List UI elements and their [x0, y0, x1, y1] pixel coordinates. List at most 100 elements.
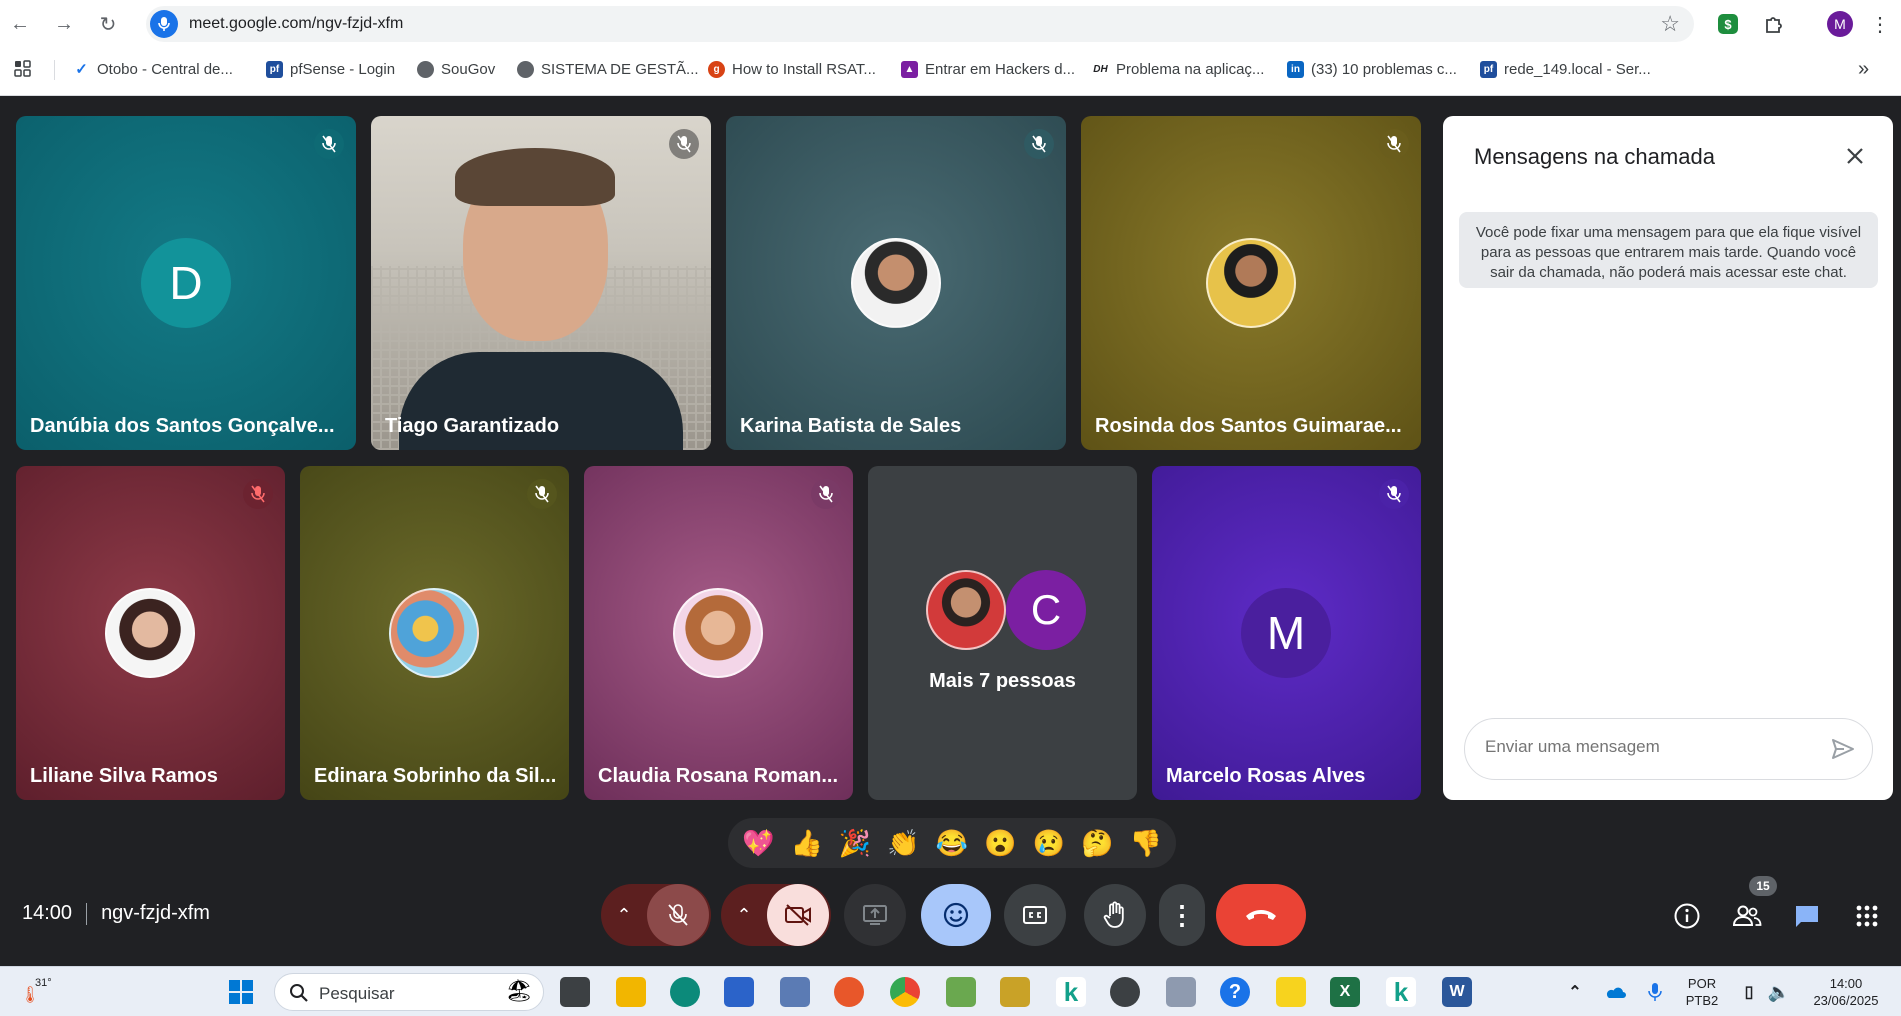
chrome-icon[interactable] [890, 977, 920, 1007]
bookmark-label: Problema na aplicaç... [1116, 60, 1265, 78]
word-icon[interactable]: W [1442, 977, 1472, 1007]
rocket-app-icon[interactable] [1110, 977, 1140, 1007]
reaction-sad[interactable]: 😢 [1027, 828, 1071, 859]
tray-chevron-icon[interactable]: ⌃ [1560, 977, 1590, 1007]
volume-icon[interactable]: 🔈 [1764, 977, 1794, 1007]
excel-icon[interactable]: X [1330, 977, 1360, 1007]
reaction-thinking[interactable]: 🤔 [1075, 828, 1119, 859]
participant-tile[interactable]: Claudia Rosana Roman... [584, 466, 853, 800]
present-button[interactable] [844, 884, 906, 946]
system-clock[interactable]: 14:00 23/06/2025 [1800, 975, 1892, 1009]
url-text[interactable]: meet.google.com/ngv-fzjd-xfm [189, 15, 403, 33]
task-view-icon[interactable] [560, 977, 590, 1007]
avatar: D [141, 238, 231, 328]
mic-off-icon [811, 479, 841, 509]
bookmark-rsat[interactable]: g How to Install RSAT... [708, 58, 876, 80]
reaction-party[interactable]: 🎉 [833, 828, 877, 859]
more-people-tile[interactable]: C Mais 7 pessoas [868, 466, 1137, 800]
windows-start-icon[interactable] [226, 977, 256, 1007]
file-explorer-icon[interactable] [616, 977, 646, 1007]
weather-temp: 31° [35, 977, 52, 989]
raise-hand-button[interactable] [1084, 884, 1146, 946]
microphone-tray-icon[interactable] [1640, 977, 1670, 1007]
remote-desktop-icon[interactable] [780, 977, 810, 1007]
end-call-button[interactable] [1216, 884, 1306, 946]
reaction-thumbs-up[interactable]: 👍 [785, 828, 829, 859]
network-icon[interactable]: ▯ [1734, 977, 1764, 1007]
browser-chrome: ← → ↻ meet.google.com/ngv-fzjd-xfm ☆ $ M… [0, 0, 1901, 96]
menu-dots-icon[interactable]: ⋮ [1866, 10, 1894, 38]
mic-off-icon [668, 904, 688, 926]
captions-button[interactable] [1004, 884, 1066, 946]
reload-icon[interactable]: ↻ [92, 8, 124, 40]
apps-grid-icon[interactable] [14, 58, 32, 80]
reactions-bar: 💖 👍 🎉 👏 😂 😮 😢 🤔 👎 [728, 818, 1176, 868]
participant-tile[interactable]: M Marcelo Rosas Alves [1152, 466, 1421, 800]
close-icon[interactable] [1839, 140, 1871, 172]
reaction-thumbs-down[interactable]: 👎 [1124, 828, 1168, 859]
message-composer[interactable] [1464, 718, 1873, 780]
bookmark-star-icon[interactable]: ☆ [1660, 11, 1680, 37]
mic-toggle-button[interactable] [647, 884, 709, 946]
kommo-icon-2[interactable]: k [1386, 977, 1416, 1007]
meeting-details-icon[interactable] [1667, 896, 1707, 936]
reaction-sparkling-heart[interactable]: 💖 [736, 828, 780, 859]
back-icon[interactable]: ← [4, 8, 36, 40]
reaction-clap[interactable]: 👏 [882, 828, 926, 859]
onedrive-icon[interactable] [1600, 977, 1630, 1007]
mic-off-icon [314, 129, 344, 159]
help-icon[interactable]: ? [1220, 977, 1250, 1007]
activities-grid-icon[interactable] [1847, 896, 1887, 936]
participant-tile[interactable]: Tiago Garantizado [371, 116, 711, 450]
reaction-laugh[interactable]: 😂 [930, 828, 974, 859]
participant-tile[interactable]: Liliane Silva Ramos [16, 466, 285, 800]
forward-icon[interactable]: → [48, 8, 80, 40]
bookmark-problema[interactable]: DH Problema na aplicaç... [1092, 58, 1264, 80]
notes-app-icon[interactable] [1000, 977, 1030, 1007]
participant-tile[interactable]: Rosinda dos Santos Guimarae... [1081, 116, 1421, 450]
more-bookmarks-icon[interactable]: » [1858, 58, 1869, 80]
extensions-puzzle-icon[interactable] [1760, 10, 1788, 38]
mic-options-chevron-icon[interactable]: ⌃ [601, 884, 647, 946]
camera-toggle-button[interactable] [767, 884, 829, 946]
participant-tile[interactable]: Karina Batista de Sales [726, 116, 1066, 450]
sticky-notes-icon[interactable] [1276, 977, 1306, 1007]
bookmark-sougov[interactable]: SouGov [417, 58, 495, 80]
message-input[interactable] [1485, 737, 1815, 757]
emoji-reactions-button[interactable] [921, 884, 991, 946]
check-icon: ✓ [73, 60, 90, 78]
weather-widget[interactable]: 🌡 31° [20, 975, 60, 1009]
extension-money-icon[interactable]: $ [1714, 10, 1742, 38]
edge-icon[interactable] [670, 977, 700, 1007]
participant-tile[interactable]: D Danúbia dos Santos Gonçalve... [16, 116, 356, 450]
bookmark-rede149[interactable]: pf rede_149.local - Ser... [1480, 58, 1651, 80]
mic-off-icon [1379, 479, 1409, 509]
reaction-surprised[interactable]: 😮 [978, 828, 1022, 859]
send-icon[interactable] [1830, 736, 1856, 767]
camera-options-chevron-icon[interactable]: ⌃ [721, 884, 767, 946]
profile-avatar[interactable]: M [1826, 10, 1854, 38]
address-bar[interactable]: meet.google.com/ngv-fzjd-xfm ☆ [146, 6, 1694, 42]
calculator-icon[interactable] [1166, 977, 1196, 1007]
bookmark-linkedin[interactable]: in (33) 10 problemas c... [1287, 58, 1457, 80]
mic-icon[interactable] [150, 10, 178, 38]
store-icon[interactable] [724, 977, 754, 1007]
globe-icon [517, 60, 534, 78]
more-vert-icon: ⋮ [1169, 899, 1195, 930]
participant-tile[interactable]: Edinara Sobrinho da Sil... [300, 466, 569, 800]
more-options-button[interactable]: ⋮ [1159, 884, 1205, 946]
snipping-tool-icon[interactable] [946, 977, 976, 1007]
bookmark-sistema[interactable]: SISTEMA DE GESTÃ... [517, 58, 699, 80]
participant-name: Karina Batista de Sales [740, 415, 962, 437]
language-code: POR [1687, 976, 1717, 991]
search-icon [290, 984, 308, 1002]
taskbar-search[interactable]: Pesquisar 🏖 [274, 973, 544, 1011]
kommo-icon[interactable]: k [1056, 977, 1086, 1007]
bookmark-hackers[interactable]: ▲ Entrar em Hackers d... [901, 58, 1075, 80]
bookmark-pfsense[interactable]: pf pfSense - Login [266, 58, 395, 80]
input-language[interactable]: POR PTB2 [1682, 975, 1722, 1009]
people-icon[interactable] [1727, 896, 1767, 936]
firefox-icon[interactable] [834, 977, 864, 1007]
bookmark-otobo[interactable]: ✓ Otobo - Central de... [73, 58, 233, 80]
chat-icon[interactable] [1787, 896, 1827, 936]
